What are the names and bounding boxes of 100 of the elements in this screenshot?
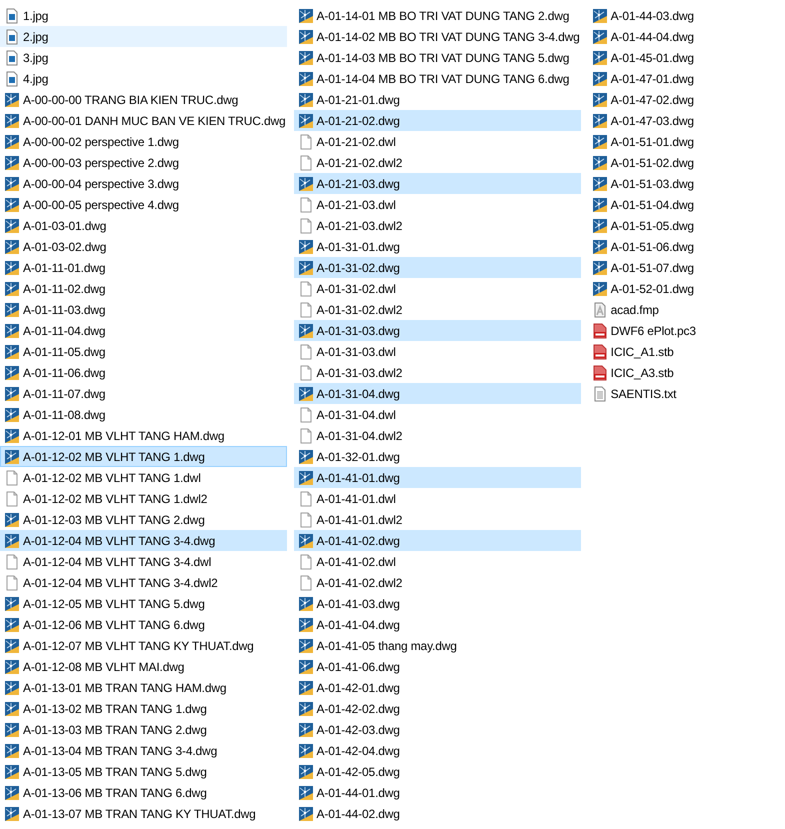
file-item[interactable]: A-01-31-04.dwl [294,404,581,425]
file-item[interactable]: A-01-41-02.dwl [294,551,581,572]
file-item[interactable]: A-01-21-03.dwg [294,173,581,194]
file-item[interactable]: A-01-31-03.dwl2 [294,362,581,383]
file-item[interactable]: A-01-12-02 MB VLHT TANG 1.dwg [0,446,287,467]
file-item[interactable]: A-01-11-06.dwg [0,362,287,383]
file-item[interactable]: A-00-00-01 DANH MUC BAN VE KIEN TRUC.dwg [0,110,287,131]
file-item[interactable]: A-01-44-01.dwg [294,782,581,803]
file-item[interactable]: A-01-13-02 MB TRAN TANG 1.dwg [0,698,287,719]
file-item[interactable]: A-01-51-02.dwg [588,152,768,173]
file-item[interactable]: A-01-12-08 MB VLHT MAI.dwg [0,656,287,677]
file-item[interactable]: A-01-32-01.dwg [294,446,581,467]
cad-file-icon [592,218,608,234]
file-item[interactable]: A-01-41-02.dwl2 [294,572,581,593]
file-item[interactable]: A-01-44-03.dwg [588,5,768,26]
file-item[interactable]: ICIC_A3.stb [588,362,768,383]
file-item[interactable]: A-01-41-05 thang may.dwg [294,635,581,656]
file-item[interactable]: A-01-31-02.dwl2 [294,299,581,320]
file-item[interactable]: A-01-12-04 MB VLHT TANG 3-4.dwl2 [0,572,287,593]
file-item[interactable]: A-01-12-07 MB VLHT TANG KY THUAT.dwg [0,635,287,656]
file-item[interactable]: A-01-41-03.dwg [294,593,581,614]
file-item[interactable]: A-01-42-03.dwg [294,719,581,740]
file-item[interactable]: A-01-12-06 MB VLHT TANG 6.dwg [0,614,287,635]
file-item[interactable]: A-01-14-04 MB BO TRI VAT DUNG TANG 6.dwg [294,68,581,89]
file-item[interactable]: A-01-31-03.dwl [294,341,581,362]
file-item[interactable]: A-01-51-06.dwg [588,236,768,257]
file-item[interactable]: A-01-03-02.dwg [0,236,287,257]
file-item[interactable]: A-00-00-05 perspective 4.dwg [0,194,287,215]
file-item[interactable]: A-01-14-02 MB BO TRI VAT DUNG TANG 3-4.dwg [294,26,581,47]
file-item[interactable]: A-01-14-03 MB BO TRI VAT DUNG TANG 5.dwg [294,47,581,68]
file-item[interactable]: A-01-31-02.dwg [294,257,581,278]
file-item[interactable]: A-01-42-01.dwg [294,677,581,698]
file-item[interactable]: A-01-41-01.dwl2 [294,509,581,530]
file-item[interactable]: A-01-11-08.dwg [0,404,287,425]
file-item[interactable]: 1.jpg [0,5,287,26]
file-item[interactable]: A-00-00-00 TRANG BIA KIEN TRUC.dwg [0,89,287,110]
file-item[interactable]: A-01-21-02.dwl2 [294,152,581,173]
file-item[interactable]: A-01-12-04 MB VLHT TANG 3-4.dwl [0,551,287,572]
file-item[interactable]: A-01-11-05.dwg [0,341,287,362]
file-item[interactable]: A-00-00-04 perspective 3.dwg [0,173,287,194]
file-item[interactable]: A-01-51-04.dwg [588,194,768,215]
file-item[interactable]: A-01-11-01.dwg [0,257,287,278]
file-item[interactable]: A-01-42-05.dwg [294,761,581,782]
file-item[interactable]: A-01-11-07.dwg [0,383,287,404]
file-item[interactable]: A-01-31-02.dwl [294,278,581,299]
file-item[interactable]: DWF6 ePlot.pc3 [588,320,768,341]
file-item[interactable]: A-01-47-03.dwg [588,110,768,131]
file-item[interactable]: A-01-31-04.dwg [294,383,581,404]
file-item[interactable]: A-01-41-01.dwl [294,488,581,509]
file-item[interactable]: A-01-13-05 MB TRAN TANG 5.dwg [0,761,287,782]
file-item[interactable]: A-01-41-01.dwg [294,467,581,488]
file-item[interactable]: A-01-12-01 MB VLHT TANG HAM.dwg [0,425,287,446]
file-item[interactable]: 4.jpg [0,68,287,89]
file-item[interactable]: A-01-44-02.dwg [294,803,581,824]
file-item[interactable]: A-01-41-06.dwg [294,656,581,677]
file-item[interactable]: A-01-51-07.dwg [588,257,768,278]
file-item[interactable]: A-01-11-04.dwg [0,320,287,341]
file-item[interactable]: A-01-12-02 MB VLHT TANG 1.dwl2 [0,488,287,509]
file-item[interactable]: A-01-42-04.dwg [294,740,581,761]
file-item[interactable]: A-01-12-03 MB VLHT TANG 2.dwg [0,509,287,530]
file-item[interactable]: A-01-47-01.dwg [588,68,768,89]
file-item[interactable]: A-01-11-03.dwg [0,299,287,320]
file-item[interactable]: A-01-51-05.dwg [588,215,768,236]
file-item[interactable]: A-01-31-01.dwg [294,236,581,257]
file-item[interactable]: A-01-13-04 MB TRAN TANG 3-4.dwg [0,740,287,761]
file-item[interactable]: A-00-00-03 perspective 2.dwg [0,152,287,173]
file-item[interactable]: A-01-13-01 MB TRAN TANG HAM.dwg [0,677,287,698]
file-item[interactable]: A-01-14-01 MB BO TRI VAT DUNG TANG 2.dwg [294,5,581,26]
file-item[interactable]: A-01-03-01.dwg [0,215,287,236]
image-file-icon [4,50,20,66]
cad-file-icon [298,260,314,276]
file-item[interactable]: A-01-51-03.dwg [588,173,768,194]
file-item[interactable]: A-01-52-01.dwg [588,278,768,299]
file-item[interactable]: A-01-51-01.dwg [588,131,768,152]
file-item[interactable]: A-01-31-03.dwg [294,320,581,341]
file-item[interactable]: A-01-41-02.dwg [294,530,581,551]
file-item[interactable]: ICIC_A1.stb [588,341,768,362]
file-item[interactable]: A-01-21-01.dwg [294,89,581,110]
file-item[interactable]: A-01-41-04.dwg [294,614,581,635]
file-item[interactable]: A-00-00-02 perspective 1.dwg [0,131,287,152]
file-item[interactable]: A-01-12-05 MB VLHT TANG 5.dwg [0,593,287,614]
file-item[interactable]: SAENTIS.txt [588,383,768,404]
file-item[interactable]: A-01-21-03.dwl [294,194,581,215]
file-item[interactable]: A-01-21-02.dwg [294,110,581,131]
file-item[interactable]: A-01-13-03 MB TRAN TANG 2.dwg [0,719,287,740]
file-item[interactable]: A-01-21-03.dwl2 [294,215,581,236]
file-item[interactable]: A-01-44-04.dwg [588,26,768,47]
file-item[interactable]: 2.jpg [0,26,287,47]
file-item[interactable]: A-01-13-06 MB TRAN TANG 6.dwg [0,782,287,803]
file-item[interactable]: acad.fmp [588,299,768,320]
file-item[interactable]: A-01-42-02.dwg [294,698,581,719]
file-item[interactable]: A-01-12-04 MB VLHT TANG 3-4.dwg [0,530,287,551]
file-item[interactable]: A-01-47-02.dwg [588,89,768,110]
file-item[interactable]: A-01-13-07 MB TRAN TANG KY THUAT.dwg [0,803,287,824]
file-item[interactable]: A-01-21-02.dwl [294,131,581,152]
file-item[interactable]: A-01-45-01.dwg [588,47,768,68]
file-item[interactable]: A-01-11-02.dwg [0,278,287,299]
file-item[interactable]: A-01-31-04.dwl2 [294,425,581,446]
file-item[interactable]: A-01-12-02 MB VLHT TANG 1.dwl [0,467,287,488]
file-item[interactable]: 3.jpg [0,47,287,68]
